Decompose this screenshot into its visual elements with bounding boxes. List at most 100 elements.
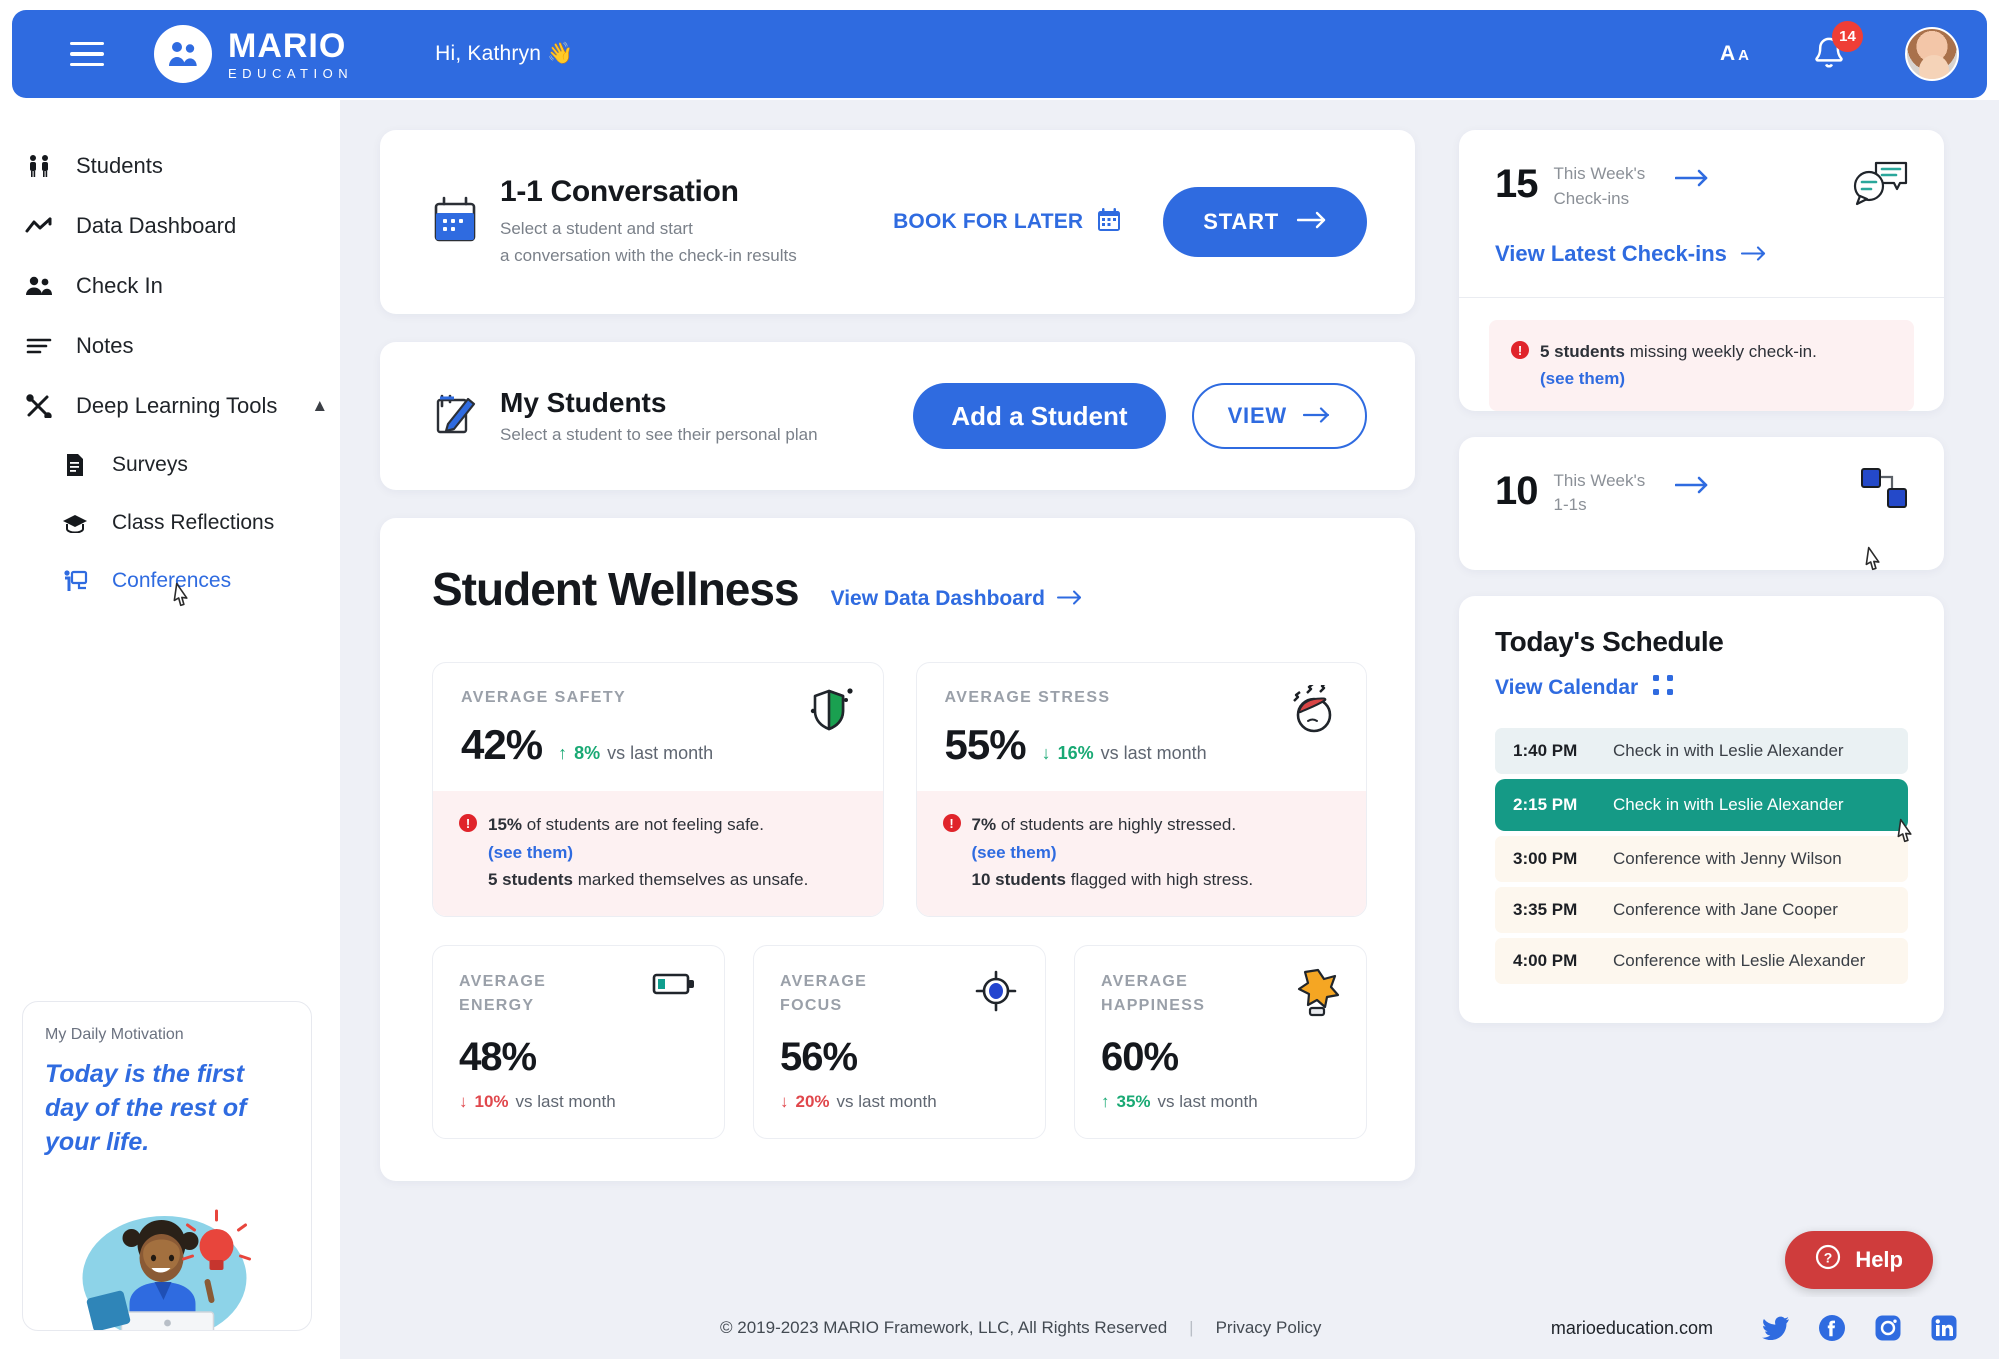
help-label: Help — [1855, 1247, 1903, 1272]
graduation-cap-icon — [58, 513, 92, 533]
footer-separator: | — [1189, 1318, 1194, 1337]
schedule-item[interactable]: 3:00 PM Conference with Jenny Wilson — [1495, 835, 1908, 882]
view-latest-checkins-label: View Latest Check-ins — [1495, 241, 1727, 267]
sidebar-item-label: Class Reflections — [112, 511, 275, 534]
metric-alert: ! 7% of students are highly stressed. (s… — [916, 791, 1366, 916]
checkins-label-line1: This Week's — [1553, 164, 1646, 183]
metric-delta-value: 10% — [474, 1092, 509, 1112]
metric-average-happiness: AVERAGE HAPPINESS 60% ↑ 35% vs last mont… — [1074, 944, 1367, 1140]
alert-icon: ! — [1511, 341, 1529, 360]
logo-text-sub: EDUCATION — [228, 65, 354, 81]
student-wellness-card: Student Wellness View Data Dashboard AVE… — [380, 518, 1415, 1182]
metric-average-safety: AVERAGE SAFETY 42% ↑ 8% vs last month ! … — [432, 662, 884, 917]
facebook-icon[interactable] — [1817, 1313, 1847, 1343]
metric-label-line2: FOCUS — [780, 997, 843, 1015]
footer: © 2019-2023 MARIO Framework, LLC, All Ri… — [680, 1297, 1999, 1359]
arrow-right-icon — [1056, 587, 1083, 611]
schedule-item[interactable]: 3:35 PM Conference with Jane Cooper — [1495, 886, 1908, 933]
schedule-item[interactable]: 4:00 PM Conference with Leslie Alexander — [1495, 937, 1908, 984]
brand-logo[interactable]: MARIO EDUCATION — [154, 25, 353, 83]
metric-delta-value: 16% — [1057, 743, 1094, 763]
alert-pct: 7% — [971, 815, 997, 834]
top-header: MARIO EDUCATION Hi, Kathryn 👋 A A 14 — [12, 10, 1987, 98]
book-for-later-button[interactable]: BOOK FOR LATER — [893, 207, 1121, 238]
alert-text: of students are highly stressed. — [1000, 815, 1237, 834]
sidebar-item-data-dashboard[interactable]: Data Dashboard — [0, 196, 340, 256]
ones-count: 10 — [1495, 468, 1538, 513]
avatar[interactable] — [1905, 27, 1959, 81]
start-button[interactable]: START — [1163, 187, 1367, 257]
hamburger-menu-icon[interactable] — [70, 41, 104, 67]
view-data-dashboard-link[interactable]: View Data Dashboard — [831, 587, 1083, 611]
metric-delta-value: 20% — [795, 1092, 830, 1112]
view-calendar-link[interactable]: View Calendar — [1495, 674, 1908, 702]
schedule-desc: Check in with Leslie Alexander — [1613, 794, 1844, 814]
font-size-toggle[interactable]: A A — [1720, 42, 1749, 66]
metric-delta-suffix: vs last month — [607, 743, 714, 763]
sidebar-item-label: Surveys — [112, 453, 188, 476]
sidebar-item-conferences[interactable]: Conferences — [0, 552, 340, 610]
arrow-right-icon[interactable] — [1674, 475, 1711, 500]
sidebar-item-label: Conferences — [112, 569, 232, 592]
view-latest-checkins-link[interactable]: View Latest Check-ins — [1459, 241, 1944, 297]
sidebar-item-check-in[interactable]: Check In — [0, 256, 340, 316]
footer-copyright: © 2019-2023 MARIO Framework, LLC, All Ri… — [720, 1318, 1168, 1337]
arrow-up-icon: ↑ — [558, 743, 568, 763]
chart-line-icon — [22, 216, 56, 236]
motivation-quote: Today is the first day of the rest of yo… — [45, 1060, 247, 1156]
conversation-title: 1-1 Conversation — [500, 175, 739, 209]
document-icon — [58, 453, 92, 477]
metric-average-energy: AVERAGE ENERGY 48% ↓ 10% vs last month — [432, 944, 725, 1140]
metric-average-stress: AVERAGE STRESS 55% ↓ 16% vs last month !… — [915, 662, 1367, 917]
svg-text:?: ? — [1824, 1250, 1833, 1266]
lines-icon — [22, 337, 56, 355]
notifications-button[interactable]: 14 — [1811, 20, 1863, 76]
sidebar-item-surveys[interactable]: Surveys — [0, 436, 340, 494]
stressed-face-icon — [1284, 682, 1340, 742]
metric-delta-suffix: vs last month — [1100, 743, 1207, 763]
sidebar-item-deep-learning-tools[interactable]: Deep Learning Tools ▲ — [0, 376, 340, 436]
people-icon — [22, 276, 56, 296]
chevron-up-icon[interactable]: ▲ — [311, 396, 328, 416]
sidebar-item-class-reflections[interactable]: Class Reflections — [0, 494, 340, 552]
logo-text-main: MARIO — [228, 26, 347, 65]
right-column: 15 This Week's Check-ins View Latest Che… — [1459, 130, 1944, 1181]
sidebar: Students Data Dashboard Check In Notes D… — [0, 100, 340, 1359]
see-them-link[interactable]: (see them) — [488, 839, 808, 867]
metric-value: 48% — [459, 1035, 537, 1080]
twitter-icon[interactable] — [1761, 1313, 1791, 1343]
alert-text: of students are not feeling safe. — [526, 815, 764, 834]
linkedin-icon[interactable] — [1929, 1313, 1959, 1343]
notification-badge: 14 — [1832, 20, 1863, 52]
start-label: START — [1203, 209, 1279, 234]
arrow-right-icon[interactable] — [1674, 168, 1711, 193]
shield-icon — [803, 685, 857, 742]
view-students-button[interactable]: VIEW — [1191, 383, 1367, 449]
wellness-title: Student Wellness — [432, 563, 800, 615]
help-button[interactable]: ? Help — [1785, 1231, 1933, 1289]
see-them-link[interactable]: (see them) — [1540, 365, 1817, 392]
sidebar-item-notes[interactable]: Notes — [0, 316, 340, 376]
alert-icon: ! — [459, 814, 477, 832]
sidebar-item-label: Check In — [76, 273, 163, 298]
view-label: VIEW — [1227, 403, 1287, 428]
alert-count-text: marked themselves as unsafe. — [577, 870, 809, 890]
students-icon — [22, 154, 56, 178]
view-calendar-label: View Calendar — [1495, 675, 1639, 699]
instagram-icon[interactable] — [1873, 1313, 1903, 1343]
add-student-button[interactable]: Add a Student — [913, 383, 1166, 449]
privacy-policy-link[interactable]: Privacy Policy — [1216, 1318, 1322, 1338]
sidebar-item-students[interactable]: Students — [0, 136, 340, 196]
metric-value: 56% — [780, 1035, 858, 1080]
metric-value: 42% — [461, 721, 543, 768]
schedule-item[interactable]: 2:15 PM Check in with Leslie Alexander — [1495, 778, 1908, 831]
schedule-time: 3:35 PM — [1513, 899, 1578, 919]
logo-mark-icon — [154, 25, 212, 83]
see-them-link[interactable]: (see them) — [972, 839, 1254, 867]
schedule-desc: Conference with Jane Cooper — [1613, 899, 1838, 919]
metric-label-line2: ENERGY — [459, 997, 535, 1015]
arrow-down-icon: ↓ — [1041, 743, 1051, 763]
schedule-item[interactable]: 1:40 PM Check in with Leslie Alexander — [1495, 727, 1908, 774]
arrow-down-icon: ↓ — [459, 1092, 468, 1112]
footer-website[interactable]: marioeducation.com — [1551, 1318, 1713, 1339]
